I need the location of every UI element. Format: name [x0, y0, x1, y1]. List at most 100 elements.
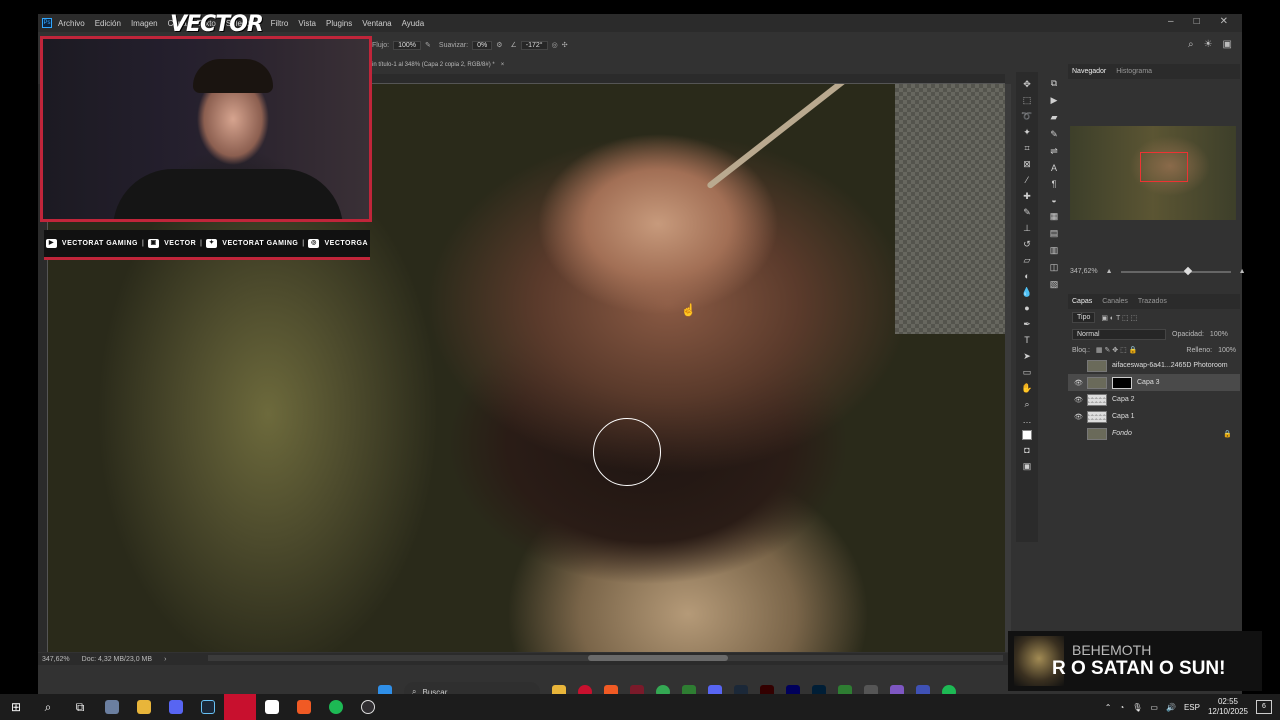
- photoshop-logo-icon[interactable]: Ps: [42, 18, 52, 28]
- magic-wand-icon[interactable]: ✦: [1020, 126, 1034, 138]
- visibility-icon[interactable]: 👁: [1074, 379, 1083, 387]
- scroll-thumb[interactable]: [588, 655, 728, 661]
- angle-input[interactable]: -172°: [520, 40, 548, 50]
- microphone-icon[interactable]: 🎙: [1132, 703, 1142, 712]
- layer-row-aifaceswap[interactable]: aifaceswap-6a41...2465D Photoroom: [1068, 357, 1240, 374]
- navigator-view-box[interactable]: [1140, 152, 1188, 182]
- tab-trazados[interactable]: Trazados: [1138, 298, 1167, 305]
- menu-ayuda[interactable]: Ayuda: [402, 19, 425, 28]
- clock[interactable]: 02:55 12/10/2025: [1208, 697, 1248, 717]
- styles-panel-icon[interactable]: ◫: [1050, 262, 1059, 273]
- volume-icon[interactable]: 🔊: [1166, 703, 1176, 712]
- gear-icon[interactable]: ⚙: [496, 41, 502, 49]
- workspace-icon[interactable]: ▣: [1223, 39, 1232, 50]
- navigator-zoom-value[interactable]: 347,62%: [1070, 268, 1098, 275]
- actions-panel-icon[interactable]: ▶: [1051, 95, 1058, 106]
- eraser-icon[interactable]: ▱: [1020, 254, 1034, 266]
- app-icon[interactable]: [96, 694, 128, 720]
- layer-filter-select[interactable]: Tipo: [1072, 312, 1096, 323]
- zoom-tool-icon[interactable]: ⌕: [1020, 398, 1034, 410]
- color-panel-icon[interactable]: ◒: [1051, 195, 1056, 205]
- paragraph-panel-icon[interactable]: ¶: [1052, 179, 1057, 189]
- minimize-icon[interactable]: –: [1168, 16, 1174, 27]
- rectangle-tool-icon[interactable]: ▭: [1020, 366, 1034, 378]
- move-tool-icon[interactable]: ✥: [1020, 78, 1034, 90]
- visibility-icon[interactable]: 👁: [1074, 396, 1083, 404]
- path-select-icon[interactable]: ➤: [1020, 350, 1034, 362]
- gradient-icon[interactable]: ◐: [1020, 270, 1034, 282]
- layer-row-capa-3[interactable]: 👁 Capa 3: [1068, 374, 1240, 391]
- app-icon[interactable]: [224, 694, 256, 720]
- flujo-input[interactable]: 100%: [393, 40, 422, 50]
- swatches-panel-icon[interactable]: ▦: [1050, 211, 1059, 222]
- network-icon[interactable]: ▭: [1150, 703, 1158, 712]
- tray-chevron-icon[interactable]: ⌃: [1105, 703, 1112, 712]
- status-arrow-icon[interactable]: ›: [164, 656, 166, 663]
- libraries-panel-icon[interactable]: ▤: [1050, 228, 1059, 239]
- hand-tool-icon[interactable]: ✋: [1020, 382, 1034, 394]
- opacity-input[interactable]: 100%: [1210, 331, 1228, 338]
- layer-row-capa-1[interactable]: 👁 Capa 1: [1068, 408, 1240, 425]
- menu-vista[interactable]: Vista: [298, 19, 316, 28]
- horizontal-scrollbar[interactable]: [208, 655, 1003, 661]
- steam-icon[interactable]: [192, 694, 224, 720]
- patterns-panel-icon[interactable]: ▧: [1050, 279, 1059, 290]
- quick-mask-icon[interactable]: ◘: [1020, 444, 1034, 456]
- obs-icon[interactable]: [352, 694, 384, 720]
- menu-plugins[interactable]: Plugins: [326, 19, 352, 28]
- close-icon[interactable]: ✕: [1220, 16, 1228, 27]
- pressure-icon[interactable]: ◎: [552, 41, 558, 49]
- tab-canales[interactable]: Canales: [1102, 298, 1128, 305]
- maximize-icon[interactable]: □: [1194, 16, 1200, 27]
- blend-mode-select[interactable]: Normal: [1072, 329, 1166, 340]
- lasso-tool-icon[interactable]: ➰: [1020, 110, 1034, 122]
- healing-brush-icon[interactable]: ✚: [1020, 190, 1034, 202]
- search-icon[interactable]: ⌕: [1188, 39, 1194, 50]
- type-tool-icon[interactable]: T: [1020, 334, 1034, 346]
- frame-tool-icon[interactable]: ⊠: [1020, 158, 1034, 170]
- menu-edicion[interactable]: Edición: [95, 19, 121, 28]
- menu-filtro[interactable]: Filtro: [271, 19, 289, 28]
- layer-row-fondo[interactable]: Fondo 🔒: [1068, 425, 1240, 442]
- capcut-icon[interactable]: [256, 694, 288, 720]
- filter-icons[interactable]: ▣ ◐ T ⬚ ⬚: [1101, 314, 1137, 322]
- eyedropper-icon[interactable]: ⁄: [1020, 174, 1034, 186]
- marquee-tool-icon[interactable]: ⬚: [1020, 94, 1034, 106]
- visibility-icon[interactable]: 👁: [1074, 413, 1083, 421]
- character-panel-icon[interactable]: A: [1051, 163, 1057, 173]
- foreground-color-swatch[interactable]: [1022, 430, 1032, 440]
- zoom-slider[interactable]: [1120, 266, 1231, 275]
- menu-imagen[interactable]: Imagen: [131, 19, 158, 28]
- history-brush-icon[interactable]: ↺: [1020, 238, 1034, 250]
- zoom-slider-knob[interactable]: [1183, 266, 1192, 275]
- more-tools-icon[interactable]: …: [1020, 414, 1034, 426]
- tab-histograma[interactable]: Histograma: [1116, 68, 1152, 75]
- screen-mode-icon[interactable]: ▣: [1020, 460, 1034, 472]
- light-icon[interactable]: ☀: [1204, 39, 1213, 50]
- spotify-icon[interactable]: [320, 694, 352, 720]
- menu-archivo[interactable]: Archivo: [58, 19, 85, 28]
- symmetry-icon[interactable]: ✣: [562, 41, 568, 49]
- notifications-icon[interactable]: 6: [1256, 700, 1272, 714]
- clone-stamp-icon[interactable]: ⊥: [1020, 222, 1034, 234]
- brave-icon[interactable]: [288, 694, 320, 720]
- blur-tool-icon[interactable]: 💧: [1020, 286, 1034, 298]
- task-view-icon[interactable]: ⧉: [64, 694, 96, 720]
- windows-start-icon[interactable]: ⊞: [0, 694, 32, 720]
- discord-icon[interactable]: [160, 694, 192, 720]
- tab-capas[interactable]: Capas: [1072, 298, 1092, 305]
- file-explorer-icon[interactable]: [128, 694, 160, 720]
- layer-mask-thumbnail[interactable]: [1112, 376, 1132, 389]
- status-zoom[interactable]: 347,62%: [42, 656, 70, 663]
- search-icon[interactable]: ⌕: [32, 694, 64, 720]
- lock-icons[interactable]: ▦ ✎ ✥ ⬚ 🔒: [1096, 346, 1137, 354]
- suavizar-input[interactable]: 0%: [472, 40, 493, 50]
- history-panel-icon[interactable]: ⧉: [1051, 78, 1057, 89]
- airbrush-icon[interactable]: ✎: [425, 41, 431, 49]
- zoom-out-icon[interactable]: ▲: [1106, 268, 1113, 275]
- adjust-panel-icon[interactable]: ⇌: [1050, 146, 1058, 157]
- dodge-tool-icon[interactable]: ●: [1020, 302, 1034, 314]
- tab-close-icon[interactable]: ×: [501, 62, 505, 68]
- comments-panel-icon[interactable]: ▰: [1051, 112, 1058, 123]
- zoom-in-icon[interactable]: ▲: [1239, 268, 1246, 275]
